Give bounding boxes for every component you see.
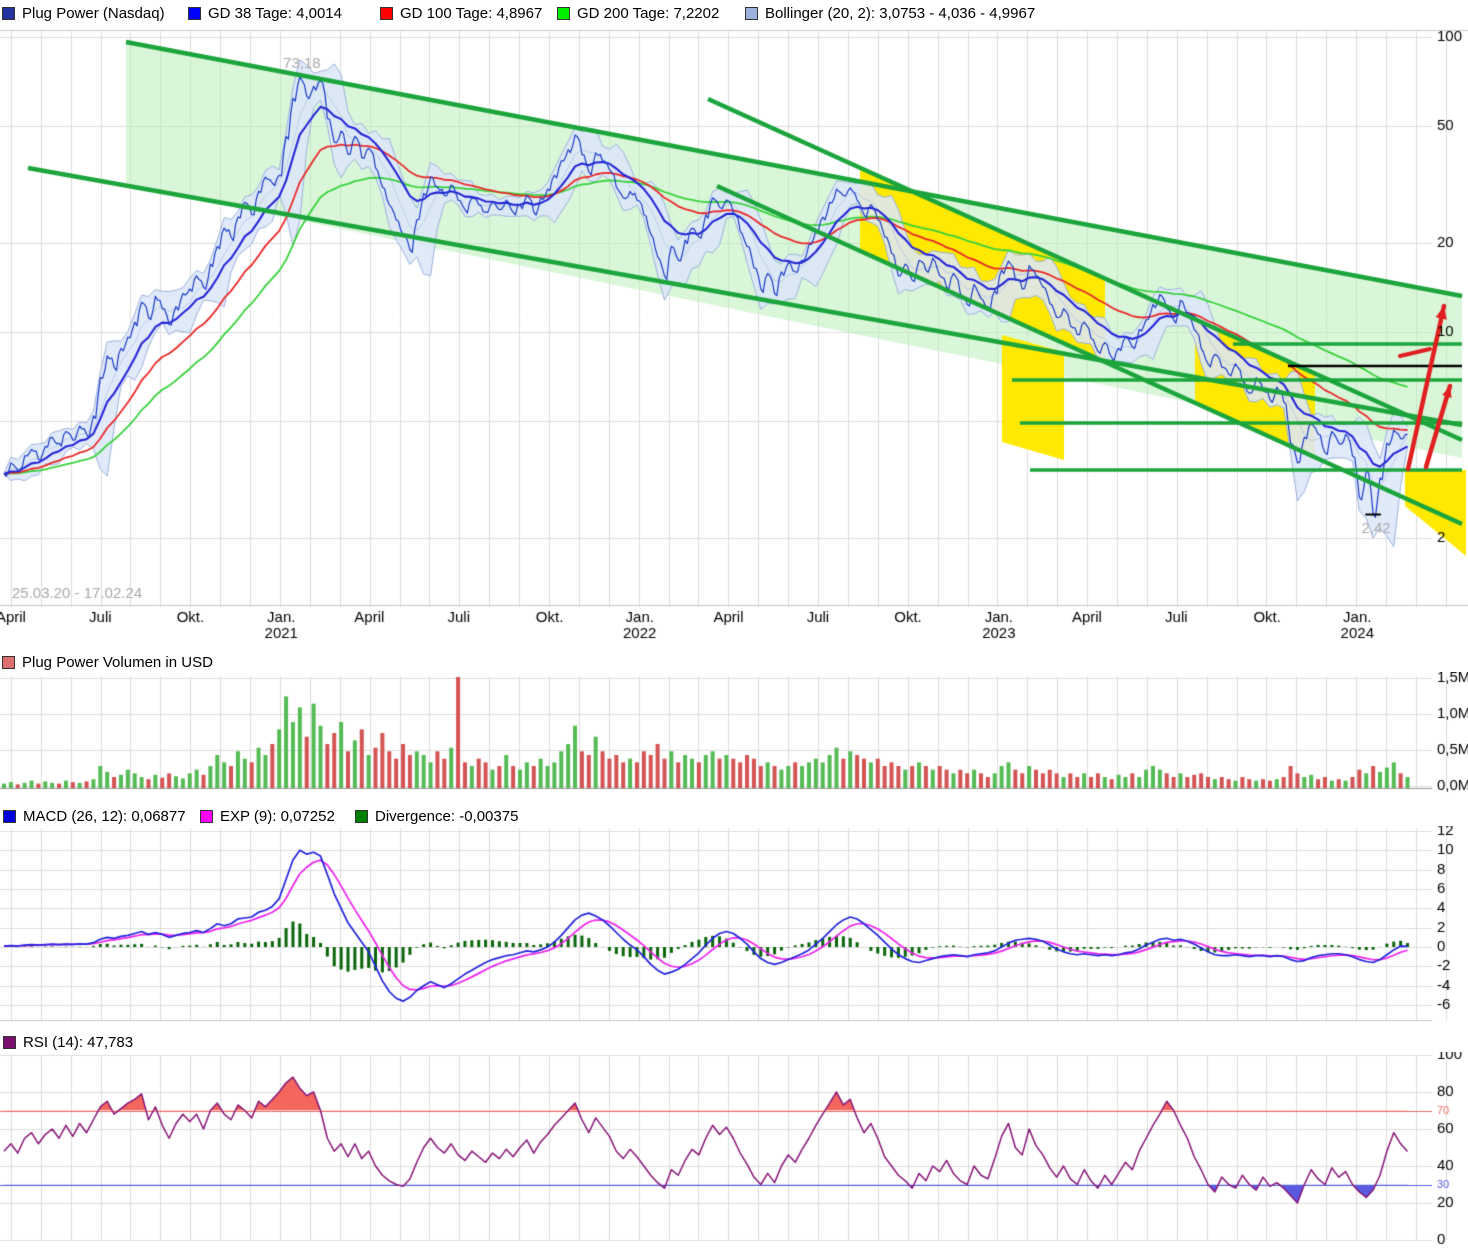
legend-label: GD 38 Tage: 4,0014 (208, 5, 342, 22)
price-legend: Plug Power (Nasdaq) GD 38 Tage: 4,0014 G… (0, 3, 1468, 23)
legend-label: Plug Power Volumen in USD (22, 654, 213, 671)
legend-item-gd100: GD 100 Tage: 4,8967 (380, 3, 542, 23)
legend-label: Plug Power (Nasdaq) (22, 5, 165, 22)
macd-legend: MACD (26, 12): 0,06877 EXP (9): 0,07252 … (0, 806, 1468, 826)
legend-item-exp: EXP (9): 0,07252 (200, 806, 335, 826)
legend-item-divergence: Divergence: -0,00375 (355, 806, 518, 826)
legend-item-gd38: GD 38 Tage: 4,0014 (188, 3, 342, 23)
legend-label: EXP (9): 0,07252 (220, 808, 335, 825)
legend-item-gd200: GD 200 Tage: 7,2202 (557, 3, 719, 23)
stock-chart-application: Plug Power (Nasdaq) GD 38 Tage: 4,0014 G… (0, 0, 1468, 1256)
legend-label: GD 200 Tage: 7,2202 (577, 5, 719, 22)
volume-swatch (2, 656, 15, 669)
legend-label: GD 100 Tage: 4,8967 (400, 5, 542, 22)
macd-swatch (3, 810, 16, 823)
rsi-chart-canvas[interactable] (0, 1052, 1468, 1256)
legend-item-rsi: RSI (14): 47,783 (3, 1032, 133, 1052)
gd38-swatch (188, 7, 201, 20)
legend-label: Bollinger (20, 2): 3,0753 - 4,036 - 4,99… (765, 5, 1035, 22)
volume-legend: Plug Power Volumen in USD (0, 652, 1468, 672)
macd-chart-canvas[interactable] (0, 826, 1468, 1030)
legend-item-volume: Plug Power Volumen in USD (2, 652, 213, 672)
legend-label: Divergence: -0,00375 (375, 808, 518, 825)
gd100-swatch (380, 7, 393, 20)
rsi-swatch (3, 1036, 16, 1049)
legend-label: MACD (26, 12): 0,06877 (23, 808, 186, 825)
plug-power-swatch (2, 7, 15, 20)
gd200-swatch (557, 7, 570, 20)
legend-label: RSI (14): 47,783 (23, 1034, 133, 1051)
bollinger-swatch (745, 7, 758, 20)
legend-item-macd: MACD (26, 12): 0,06877 (3, 806, 186, 826)
price-chart-canvas[interactable] (0, 28, 1468, 648)
divergence-swatch (355, 810, 368, 823)
legend-item-bollinger: Bollinger (20, 2): 3,0753 - 4,036 - 4,99… (745, 3, 1035, 23)
volume-chart-canvas[interactable] (0, 672, 1468, 798)
legend-item-plug-power: Plug Power (Nasdaq) (2, 3, 165, 23)
exp-swatch (200, 810, 213, 823)
rsi-legend: RSI (14): 47,783 (0, 1032, 1468, 1052)
